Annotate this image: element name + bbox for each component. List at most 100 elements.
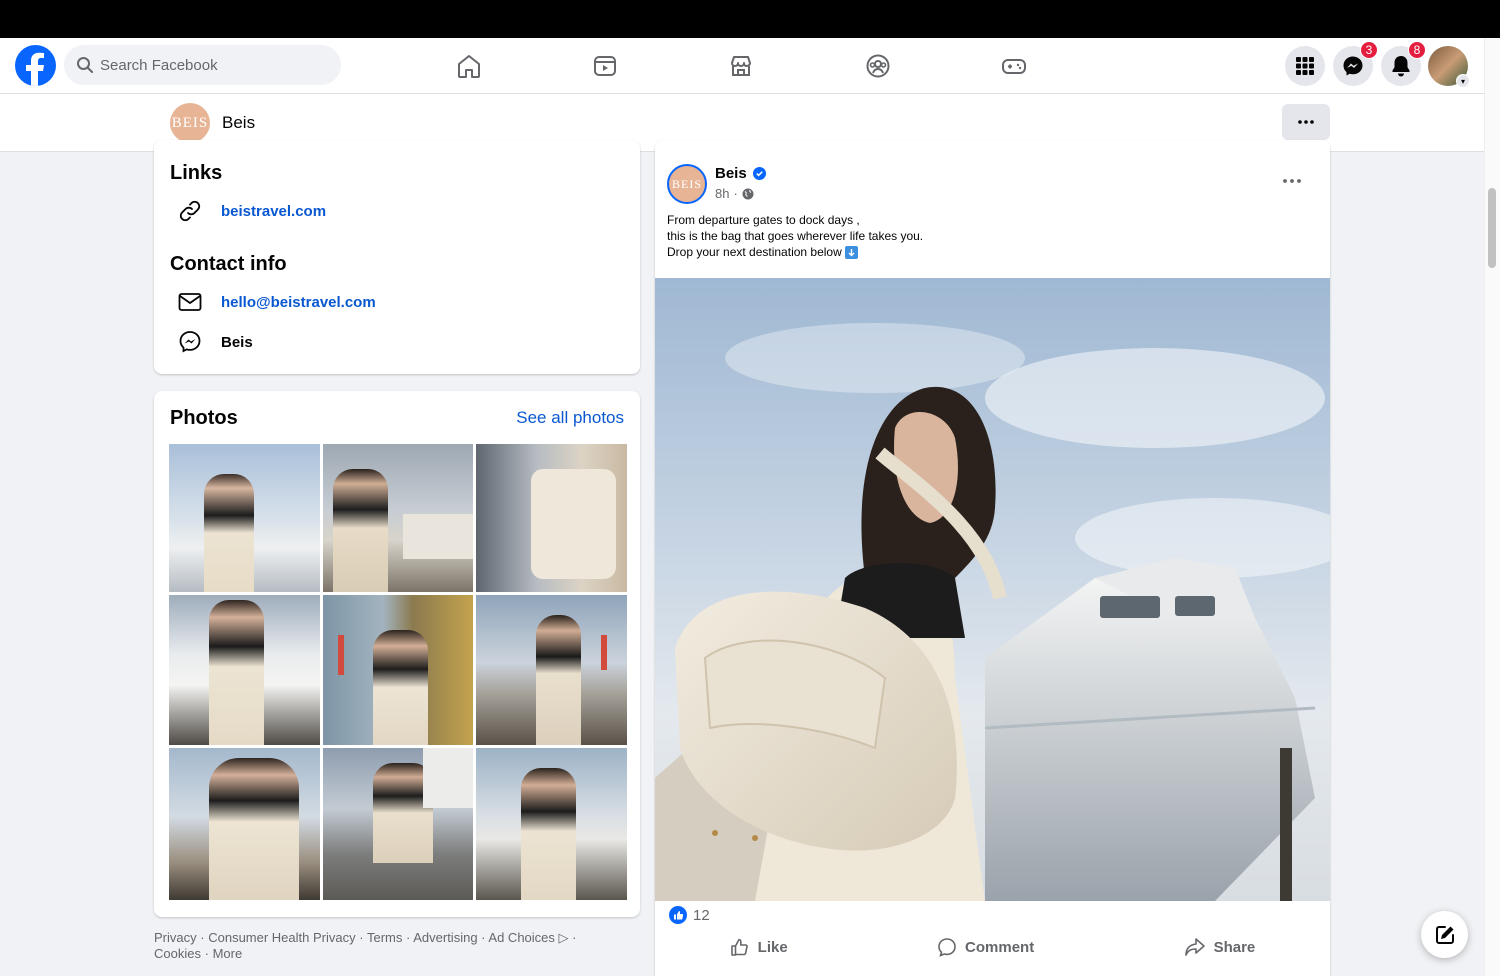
post-time[interactable]: 8h <box>715 186 729 201</box>
link-icon <box>176 197 204 225</box>
new-message-button[interactable] <box>1421 911 1468 958</box>
intro-card: Links beistravel.com Contact info hello@… <box>154 140 640 374</box>
search-bar[interactable] <box>64 45 341 85</box>
chevron-down-icon: ▾ <box>1456 74 1470 88</box>
marketplace-nav-button[interactable] <box>725 50 757 82</box>
account-avatar[interactable]: ▾ <box>1428 46 1470 88</box>
photo-thumbnail[interactable] <box>476 748 627 900</box>
like-button[interactable]: Like <box>730 937 788 957</box>
messenger-icon <box>1343 56 1363 76</box>
footer-advertising[interactable]: Advertising <box>413 930 477 945</box>
footer-separator: · <box>405 930 411 945</box>
mail-icon <box>176 288 204 316</box>
post-author: Beis <box>715 165 766 182</box>
photo-thumbnail[interactable] <box>323 444 473 592</box>
page-scrollbar[interactable] <box>1484 38 1500 976</box>
post-author-name[interactable]: Beis <box>715 165 747 182</box>
verified-badge-icon <box>752 167 766 180</box>
groups-nav-button[interactable] <box>862 50 894 82</box>
footer-links: Privacy · Consumer Health Privacy · Term… <box>154 930 624 962</box>
scrollbar-thumb[interactable] <box>1488 188 1496 268</box>
messenger-contact[interactable]: Beis <box>221 334 253 351</box>
like-reaction-icon <box>669 906 687 924</box>
search-icon <box>77 57 93 73</box>
photo-grid <box>169 444 627 900</box>
footer-consumer-health[interactable]: Consumer Health Privacy <box>208 930 355 945</box>
share-button[interactable]: Share <box>1184 937 1256 957</box>
messenger-outline-icon <box>176 328 204 356</box>
post-actions: Like Comment Share <box>655 930 1330 964</box>
photo-thumbnail[interactable] <box>476 595 627 745</box>
browser-top-bar <box>0 0 1500 38</box>
reaction-summary[interactable]: 12 <box>669 906 710 924</box>
email-row: hello@beistravel.com <box>176 288 376 316</box>
footer-separator: · <box>359 930 364 945</box>
page-avatar[interactable]: BEIS <box>170 103 210 143</box>
page-name[interactable]: Beis <box>222 113 255 133</box>
post-caption-line-wrap: Drop your next destination below <box>667 244 923 260</box>
footer-ad-choices[interactable]: Ad Choices <box>488 930 554 945</box>
website-link[interactable]: beistravel.com <box>221 203 326 220</box>
bell-icon <box>1392 56 1410 77</box>
comment-button[interactable]: Comment <box>937 937 1034 957</box>
messenger-button[interactable]: 3 <box>1333 41 1378 86</box>
video-nav-button[interactable] <box>589 50 621 82</box>
gaming-nav-button[interactable] <box>998 50 1030 82</box>
footer-more[interactable]: More <box>213 946 243 961</box>
post-caption-line: this is the bag that goes wherever life … <box>667 229 924 243</box>
gaming-icon <box>1002 59 1026 74</box>
post-caption-line: Drop your next destination below <box>667 245 842 259</box>
footer-separator: · <box>481 930 486 945</box>
footer-cookies[interactable]: Cookies <box>154 946 201 961</box>
marketplace-icon <box>731 56 751 76</box>
contact-heading: Contact info <box>170 253 287 275</box>
like-label: Like <box>757 938 788 956</box>
photos-card: Photos See all photos <box>154 391 640 917</box>
reaction-count: 12 <box>693 906 710 924</box>
post-caption-line: From departure gates to dock days , <box>667 213 860 227</box>
search-input[interactable] <box>100 56 320 74</box>
facebook-logo[interactable] <box>15 45 56 86</box>
more-dots-icon <box>1283 179 1301 183</box>
photo-thumbnail[interactable] <box>323 595 473 745</box>
photo-thumbnail[interactable] <box>169 748 320 900</box>
post-options-button[interactable] <box>1283 170 1301 188</box>
photo-thumbnail[interactable] <box>476 444 627 592</box>
footer-separator: · <box>204 946 209 961</box>
footer-separator: · <box>572 930 577 945</box>
email-link[interactable]: hello@beistravel.com <box>221 294 376 311</box>
groups-icon <box>866 54 890 78</box>
share-label: Share <box>1213 938 1256 956</box>
menu-button[interactable] <box>1285 46 1325 86</box>
notifications-button[interactable]: 8 <box>1381 41 1426 86</box>
footer-terms[interactable]: Terms <box>367 930 402 945</box>
comment-label: Comment <box>965 938 1035 956</box>
photo-thumbnail[interactable] <box>169 595 320 745</box>
post-author-avatar[interactable]: BEIS <box>667 164 707 204</box>
website-row: beistravel.com <box>176 197 326 225</box>
notifications-badge: 8 <box>1408 41 1426 59</box>
post-meta: 8h · <box>715 186 754 201</box>
footer-separator: · <box>200 930 205 945</box>
post-caption: From departure gates to dock days , this… <box>667 212 923 260</box>
links-heading: Links <box>170 162 223 184</box>
top-navigation: 3 8 ▾ <box>0 38 1484 94</box>
share-icon <box>1184 938 1205 956</box>
photo-thumbnail[interactable] <box>169 444 320 592</box>
post-card: BEIS Beis 8h · From departure gates to d… <box>655 140 1330 976</box>
comment-icon <box>938 938 956 957</box>
messenger-row: Beis <box>176 328 253 356</box>
photo-thumbnail[interactable] <box>323 748 473 900</box>
ad-choices-icon: ▷ <box>558 930 569 945</box>
home-nav-button[interactable] <box>453 50 485 82</box>
see-all-photos-link[interactable]: See all photos <box>516 408 624 428</box>
footer-privacy[interactable]: Privacy <box>154 930 197 945</box>
page-more-button[interactable] <box>1282 104 1330 140</box>
video-icon <box>594 56 616 76</box>
thumbs-up-icon <box>730 938 748 956</box>
globe-icon <box>742 188 754 199</box>
post-image[interactable] <box>655 278 1330 901</box>
home-icon <box>458 55 480 78</box>
messenger-badge: 3 <box>1360 41 1378 59</box>
photos-heading: Photos <box>170 407 238 429</box>
